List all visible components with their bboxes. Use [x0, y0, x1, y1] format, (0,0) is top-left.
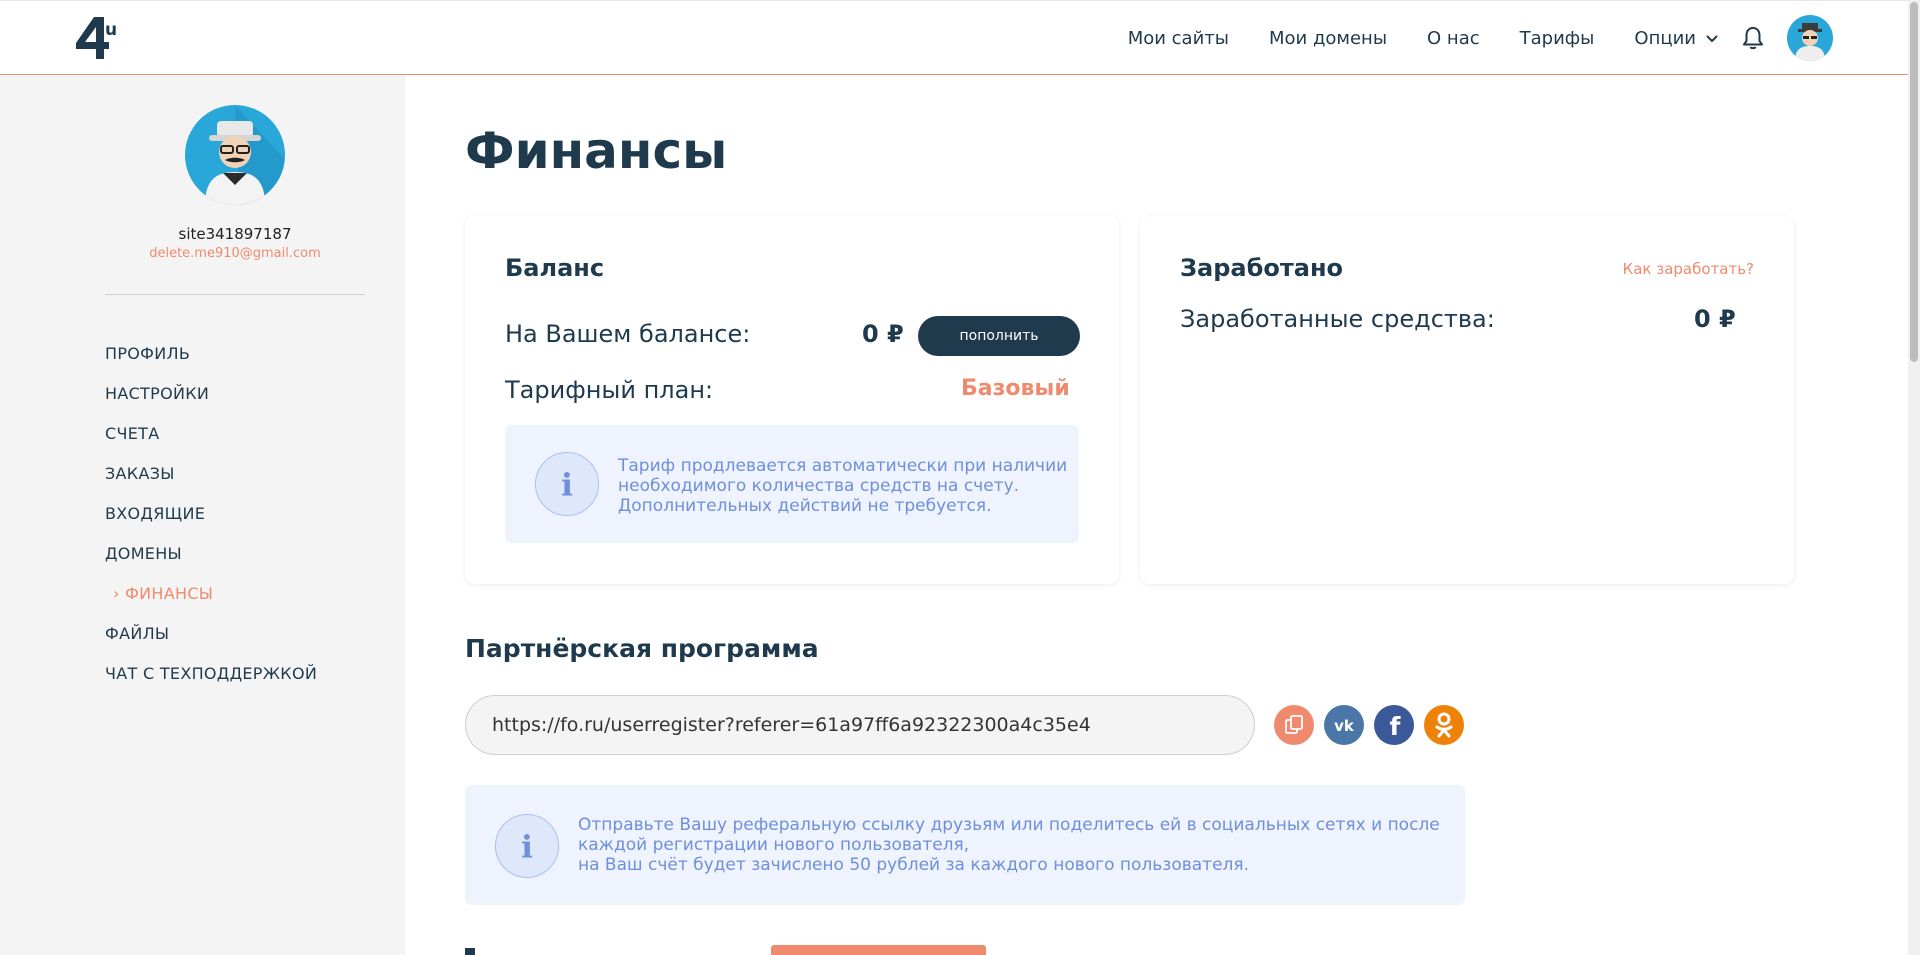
- info-line: Отправьте Вашу реферальную ссылку друзья…: [578, 815, 1440, 835]
- username: site341897187: [178, 225, 292, 243]
- topup-button[interactable]: пополнить: [918, 316, 1080, 356]
- page-scrollbar[interactable]: [1908, 0, 1920, 955]
- tariff-info-text: Тариф продлевается автоматически при нал…: [618, 456, 1068, 516]
- nav-my-domains[interactable]: Мои домены: [1269, 28, 1387, 49]
- share-facebook-button[interactable]: f: [1374, 705, 1414, 745]
- earned-label: Заработанные средства:: [1180, 305, 1495, 333]
- plan-value: Базовый: [961, 376, 1070, 401]
- sidebar-item-domains[interactable]: ДОМЕНЫ: [105, 534, 317, 574]
- referral-info-box: i Отправьте Вашу реферальную ссылку друз…: [465, 785, 1465, 905]
- info-icon: i: [535, 452, 599, 516]
- user-email: delete.me910@gmail.com: [149, 246, 321, 261]
- nav-my-sites[interactable]: Мои сайты: [1128, 28, 1229, 49]
- nav-tariffs[interactable]: Тарифы: [1520, 28, 1595, 49]
- profile-avatar[interactable]: [185, 105, 285, 205]
- how-to-earn-link[interactable]: Как заработать?: [1623, 260, 1754, 278]
- referral-link-input[interactable]: [465, 695, 1255, 755]
- earned-card-title: Заработано: [1180, 254, 1344, 282]
- sidebar-item-invoices[interactable]: СЧЕТА: [105, 414, 317, 454]
- svg-text:i: i: [521, 830, 533, 866]
- avatar-icon: [205, 105, 285, 205]
- sidebar-item-finances[interactable]: › ФИНАНСЫ: [105, 574, 317, 614]
- balance-card: Баланс На Вашем балансе: 0 ₽ пополнить Т…: [465, 216, 1119, 584]
- copy-link-button[interactable]: [1274, 705, 1314, 745]
- tariff-info-box: i Тариф продлевается автоматически при н…: [505, 425, 1079, 543]
- sidebar-divider: [105, 294, 365, 295]
- info-line: Дополнительных действий не требуется.: [618, 496, 992, 516]
- vk-icon: vk: [1334, 717, 1355, 735]
- sidebar-item-support-chat[interactable]: ЧАТ С ТЕХПОДДЕРЖКОЙ: [105, 654, 317, 694]
- next-section-title-cutoff: [465, 944, 665, 955]
- facebook-icon: f: [1390, 712, 1402, 741]
- odnoklassniki-icon: [1435, 712, 1453, 738]
- balance-label: На Вашем балансе:: [505, 320, 751, 348]
- svg-text:u: u: [105, 20, 117, 40]
- copy-icon: [1285, 715, 1303, 734]
- site-logo-icon[interactable]: u: [72, 15, 120, 61]
- info-line: необходимого количества средств на счету…: [618, 476, 1020, 496]
- sidebar-menu: ПРОФИЛЬ НАСТРОЙКИ СЧЕТА ЗАКАЗЫ ВХОДЯЩИЕ …: [105, 334, 317, 694]
- sidebar-item-settings[interactable]: НАСТРОЙКИ: [105, 374, 317, 414]
- share-vk-button[interactable]: vk: [1324, 705, 1364, 745]
- next-section-badge-cutoff[interactable]: [771, 945, 986, 955]
- avatar-icon: [1795, 23, 1825, 61]
- plan-label: Тарифный план:: [505, 376, 714, 404]
- balance-card-title: Баланс: [505, 254, 605, 282]
- svg-text:vk: vk: [1334, 717, 1355, 735]
- share-odnoklassniki-button[interactable]: [1424, 705, 1464, 745]
- sidebar-item-profile[interactable]: ПРОФИЛЬ: [105, 334, 317, 374]
- nav-label: Мои домены: [1268, 28, 1388, 49]
- scrollbar-thumb[interactable]: [1910, 2, 1918, 362]
- nav-label: Мои сайты: [1127, 28, 1229, 49]
- nav-label: О нас: [1427, 28, 1480, 49]
- info-line: каждой регистрации нового пользователя,: [578, 835, 970, 855]
- nav-label: Опции: [1634, 28, 1696, 49]
- sidebar-item-files[interactable]: ФАЙЛЫ: [105, 614, 317, 654]
- svg-text:f: f: [1390, 712, 1402, 741]
- sidebar-item-orders[interactable]: ЗАКАЗЫ: [105, 454, 317, 494]
- balance-value: 0 ₽: [862, 320, 904, 348]
- partner-section-title: Партнёрская программа: [465, 634, 819, 663]
- sidebar: site341897187 delete.me910@gmail.com ПРО…: [0, 76, 405, 955]
- page-title: Финансы: [465, 122, 728, 180]
- sidebar-item-inbox[interactable]: ВХОДЯЩИЕ: [105, 494, 317, 534]
- chevron-down-icon: [1706, 34, 1718, 42]
- nav-about[interactable]: О нас: [1427, 28, 1480, 49]
- info-line: Тариф продлевается автоматически при нал…: [618, 456, 1068, 476]
- earned-value: 0 ₽: [1694, 305, 1736, 333]
- bell-icon[interactable]: [1741, 25, 1765, 51]
- info-icon: i: [495, 814, 559, 878]
- svg-text:i: i: [561, 468, 573, 504]
- info-line: на Ваш счёт будет зачислено 50 рублей за…: [578, 855, 1250, 875]
- user-avatar[interactable]: [1787, 15, 1833, 61]
- main-nav: Мои сайты Мои домены О нас Тарифы Опции: [1088, 1, 1768, 76]
- earned-card: Заработано Как заработать? Заработанные …: [1140, 216, 1794, 584]
- nav-label: Тарифы: [1519, 28, 1595, 49]
- nav-options-dropdown[interactable]: Опции: [1634, 28, 1718, 49]
- top-header: u Мои сайты Мои домены О нас Тарифы Опци…: [0, 0, 1908, 75]
- referral-info-text: Отправьте Вашу реферальную ссылку друзья…: [578, 815, 1448, 875]
